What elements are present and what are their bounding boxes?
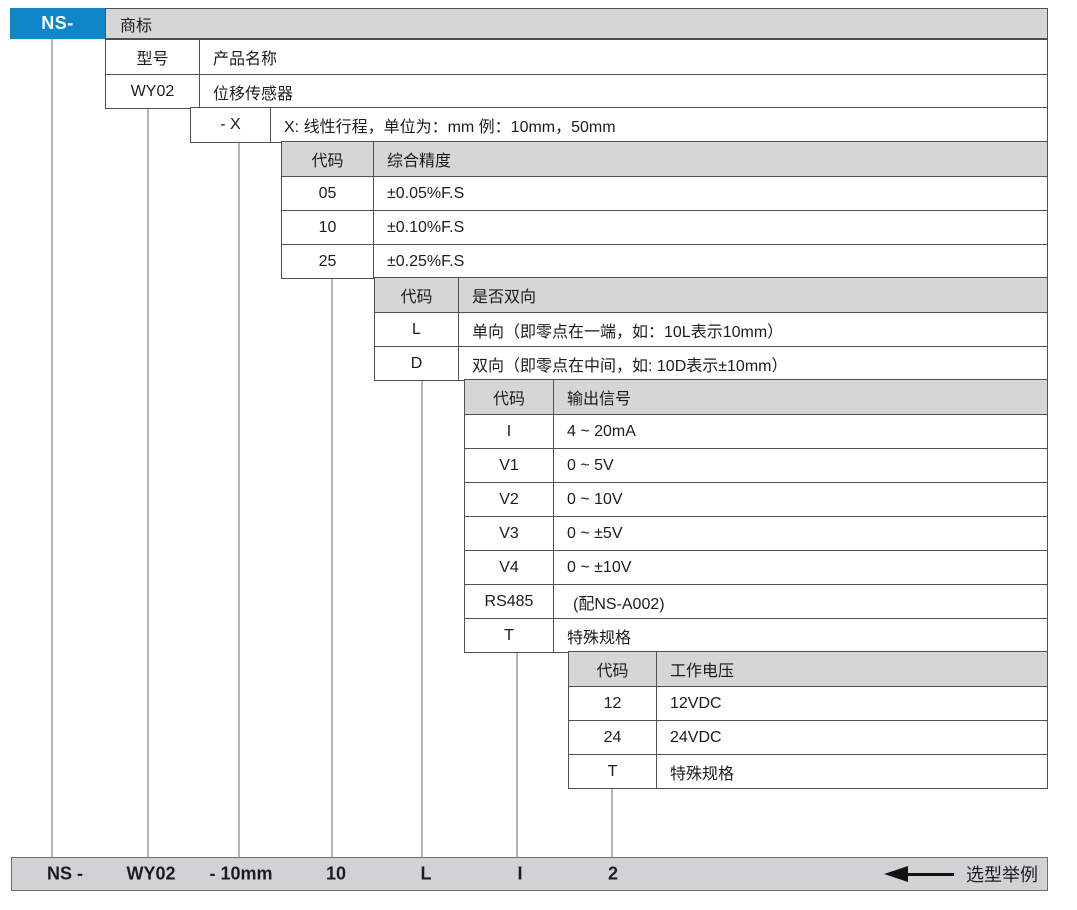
accuracy-table: 代码 综合精度 05 ±0.05%F.S 10 ±0.10%F.S 25 ±0.… xyxy=(281,141,1048,279)
table-row: V2 0 ~ 10V xyxy=(465,482,1047,516)
output-header-row: 代码 输出信号 xyxy=(465,380,1047,414)
product-name: 位移传感器 xyxy=(200,75,1047,108)
selection-example-bar: NS - WY02 - 10mm 10 L I 2 选型举例 xyxy=(11,857,1048,891)
table-row: V1 0 ~ 5V xyxy=(465,448,1047,482)
accuracy-code: 25 xyxy=(282,245,374,278)
output-code: RS485 xyxy=(465,585,554,618)
accuracy-value-header: 综合精度 xyxy=(374,142,1047,176)
connector-line-accuracy xyxy=(331,277,333,857)
direction-code-header: 代码 xyxy=(375,278,459,312)
accuracy-header-row: 代码 综合精度 xyxy=(282,142,1047,176)
voltage-code: 12 xyxy=(569,687,657,720)
output-code: V3 xyxy=(465,517,554,550)
output-code: I xyxy=(465,415,554,448)
direction-code: L xyxy=(375,313,459,346)
direction-table: 代码 是否双向 L 单向（即零点在一端，如：10L表示10mm） D 双向（即零… xyxy=(374,277,1048,381)
table-row: 24 24VDC xyxy=(569,720,1047,754)
output-code: V2 xyxy=(465,483,554,516)
product-col-name-header: 产品名称 xyxy=(200,40,1047,74)
voltage-value: 12VDC xyxy=(657,687,1047,720)
voltage-code-header: 代码 xyxy=(569,652,657,686)
example-label: 选型举例 xyxy=(966,861,1038,887)
table-row: T 特殊规格 xyxy=(569,754,1047,788)
direction-value-header: 是否双向 xyxy=(459,278,1047,312)
table-row: RS485 (配NS-A002) xyxy=(465,584,1047,618)
example-part-voltage: 2 xyxy=(608,864,618,885)
accuracy-code-header: 代码 xyxy=(282,142,374,176)
output-code-header: 代码 xyxy=(465,380,554,414)
connector-line-output xyxy=(516,651,518,857)
example-part-model: WY02 xyxy=(126,864,175,885)
output-code: V1 xyxy=(465,449,554,482)
model-selection-diagram: NS- 商标 型号 产品名称 WY02 位移传感器 - X X: 线性行程，单位… xyxy=(0,0,1077,910)
voltage-header-row: 代码 工作电压 xyxy=(569,652,1047,686)
product-model-code: WY02 xyxy=(106,75,200,108)
table-row: D 双向（即零点在中间，如: 10D表示±10mm） xyxy=(375,346,1047,380)
table-row: 05 ±0.05%F.S xyxy=(282,176,1047,210)
table-row: 12 12VDC xyxy=(569,686,1047,720)
output-value: 特殊规格 xyxy=(554,619,1047,652)
output-value: 0 ~ ±5V xyxy=(554,517,1047,550)
connector-line-voltage xyxy=(611,787,613,857)
output-value: 0 ~ ±10V xyxy=(554,551,1047,584)
voltage-value: 特殊规格 xyxy=(657,755,1047,788)
left-arrow-icon xyxy=(884,866,908,882)
example-arrow: 选型举例 xyxy=(884,858,1038,890)
voltage-value-header: 工作电压 xyxy=(657,652,1047,686)
direction-code: D xyxy=(375,347,459,380)
voltage-code: 24 xyxy=(569,721,657,754)
table-row: I 4 ~ 20mA xyxy=(465,414,1047,448)
connector-line-model xyxy=(147,107,149,857)
product-col-model-header: 型号 xyxy=(106,40,200,74)
example-part-brand: NS - xyxy=(47,864,83,885)
table-row: L 单向（即零点在一端，如：10L表示10mm） xyxy=(375,312,1047,346)
stroke-code: - X xyxy=(191,108,271,142)
brand-label-band: 商标 xyxy=(105,8,1048,39)
connector-line-direction xyxy=(421,379,423,857)
accuracy-code: 10 xyxy=(282,211,374,244)
output-value: 4 ~ 20mA xyxy=(554,415,1047,448)
output-table: 代码 输出信号 I 4 ~ 20mA V1 0 ~ 5V V2 0 ~ 10V … xyxy=(464,379,1048,653)
accuracy-value: ±0.25%F.S xyxy=(374,245,1047,278)
table-row: 25 ±0.25%F.S xyxy=(282,244,1047,278)
voltage-value: 24VDC xyxy=(657,721,1047,754)
example-part-output: I xyxy=(517,864,522,885)
brand-label: 商标 xyxy=(120,12,152,36)
voltage-table: 代码 工作电压 12 12VDC 24 24VDC T 特殊规格 xyxy=(568,651,1048,789)
table-row: T 特殊规格 xyxy=(465,618,1047,652)
accuracy-code: 05 xyxy=(282,177,374,210)
direction-header-row: 代码 是否双向 xyxy=(375,278,1047,312)
output-value-header: 输出信号 xyxy=(554,380,1047,414)
output-value: 0 ~ 5V xyxy=(554,449,1047,482)
arrow-line xyxy=(908,873,954,876)
connector-line-brand xyxy=(51,39,53,857)
product-table: 型号 产品名称 WY02 位移传感器 xyxy=(105,39,1048,109)
direction-value: 双向（即零点在中间，如: 10D表示±10mm） xyxy=(459,347,1047,380)
table-row: V3 0 ~ ±5V xyxy=(465,516,1047,550)
table-row: 10 ±0.10%F.S xyxy=(282,210,1047,244)
output-code: V4 xyxy=(465,551,554,584)
example-part-direction: L xyxy=(421,864,432,885)
accuracy-value: ±0.10%F.S xyxy=(374,211,1047,244)
product-value-row: WY02 位移传感器 xyxy=(106,74,1047,108)
output-code: T xyxy=(465,619,554,652)
output-value: (配NS-A002) xyxy=(554,585,1047,618)
stroke-table: - X X: 线性行程，单位为：mm 例：10mm，50mm xyxy=(190,107,1048,143)
example-part-accuracy: 10 xyxy=(326,864,346,885)
connector-line-stroke xyxy=(238,141,240,857)
output-value: 0 ~ 10V xyxy=(554,483,1047,516)
product-header-row: 型号 产品名称 xyxy=(106,40,1047,74)
brand-code: NS- xyxy=(41,13,74,34)
stroke-desc: X: 线性行程，单位为：mm 例：10mm，50mm xyxy=(271,108,1047,142)
brand-code-box: NS- xyxy=(10,8,105,39)
table-row: V4 0 ~ ±10V xyxy=(465,550,1047,584)
stroke-row: - X X: 线性行程，单位为：mm 例：10mm，50mm xyxy=(191,108,1047,142)
accuracy-value: ±0.05%F.S xyxy=(374,177,1047,210)
example-part-stroke: - 10mm xyxy=(209,864,272,885)
direction-value: 单向（即零点在一端，如：10L表示10mm） xyxy=(459,313,1047,346)
voltage-code: T xyxy=(569,755,657,788)
